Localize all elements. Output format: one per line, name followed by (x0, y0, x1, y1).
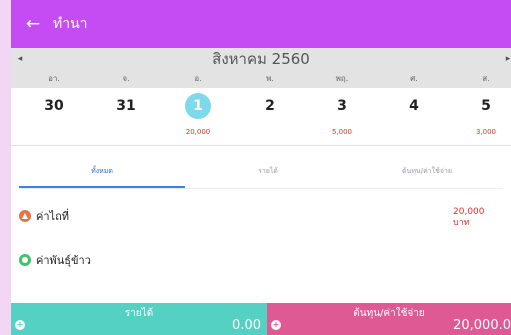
weekday-label: ศ. (410, 74, 418, 83)
back-arrow-icon[interactable]: ← (19, 0, 47, 48)
seed-icon: ● (19, 254, 31, 266)
entry-label: ค่าไถที่ (36, 210, 69, 223)
page-title: ทำนา (53, 16, 88, 32)
add-cost-icon[interactable]: + (271, 320, 281, 330)
list-item[interactable]: ● ค่าพันธุ์ข้าว (19, 249, 503, 271)
next-month-icon[interactable]: ▸ (501, 48, 511, 70)
calendar-day-selected[interactable]: 1 (162, 93, 234, 119)
weekday-label: อ. (194, 74, 202, 83)
weekday-row: อา. จ. อ. พ. พฤ. ศ. ส. (11, 70, 511, 88)
calendar-day[interactable]: 3 (306, 95, 378, 117)
weekday-label: พ. (266, 74, 274, 83)
entry-amount-unit: บาท (453, 218, 470, 228)
cost-total: 20,000.0 (453, 318, 511, 333)
tab-cost[interactable]: ต้นทุน/ค่าใช้จ่าย (351, 160, 503, 188)
tab-all[interactable]: ทั้งหมด (19, 160, 185, 188)
add-income-icon[interactable]: + (15, 320, 25, 330)
weekday-label: ส. (482, 74, 490, 83)
app-screen: ← ทำนา ◂ สิงหาคม 2560 ▸ อา. จ. อ. พ. พฤ.… (11, 0, 511, 335)
calendar-divider (11, 145, 511, 146)
weekday-label: อา. (48, 74, 60, 83)
day-amount: 5,000 (331, 128, 353, 136)
entry-label: ค่าพันธุ์ข้าว (36, 254, 91, 267)
calendar-day[interactable]: 31 (90, 95, 162, 117)
prev-month-icon[interactable]: ◂ (13, 48, 27, 70)
calendar-day[interactable]: 4 (378, 95, 450, 117)
income-total: 0.00 (232, 318, 261, 333)
entry-amount-value: 20,000 (453, 207, 485, 217)
weekday-label: พฤ. (335, 74, 349, 83)
tab-income[interactable]: รายได้ (185, 160, 351, 188)
income-summary-button[interactable]: รายได้ + 0.00 (11, 303, 267, 335)
day-amount: 3,000 (475, 128, 497, 136)
income-label: รายได้ (124, 308, 154, 319)
day-amount: 20,000 (185, 128, 211, 136)
tab-bar: ทั้งหมด รายได้ ต้นทุน/ค่าใช้จ่าย (11, 160, 511, 188)
tab-divider (19, 188, 503, 189)
calendar-day[interactable]: 5 (450, 95, 511, 117)
month-header: ◂ สิงหาคม 2560 ▸ (11, 48, 511, 70)
calendar-day[interactable]: 30 (18, 95, 90, 117)
selected-day-circle: 1 (185, 93, 211, 119)
app-bar: ← ทำนา (11, 0, 511, 48)
weekday-label: จ. (122, 74, 130, 83)
list-item[interactable]: ▲ ค่าไถที่ 20,000 บาท (19, 205, 503, 229)
calendar-day[interactable]: 2 (234, 95, 306, 117)
entry-amount: 20,000 บาท (453, 207, 493, 229)
month-title: สิงหาคม 2560 (212, 50, 310, 68)
tractor-icon: ▲ (19, 210, 31, 222)
cost-summary-button[interactable]: ต้นทุน/ค่าใช้จ่าย + 20,000.0 (267, 303, 511, 335)
